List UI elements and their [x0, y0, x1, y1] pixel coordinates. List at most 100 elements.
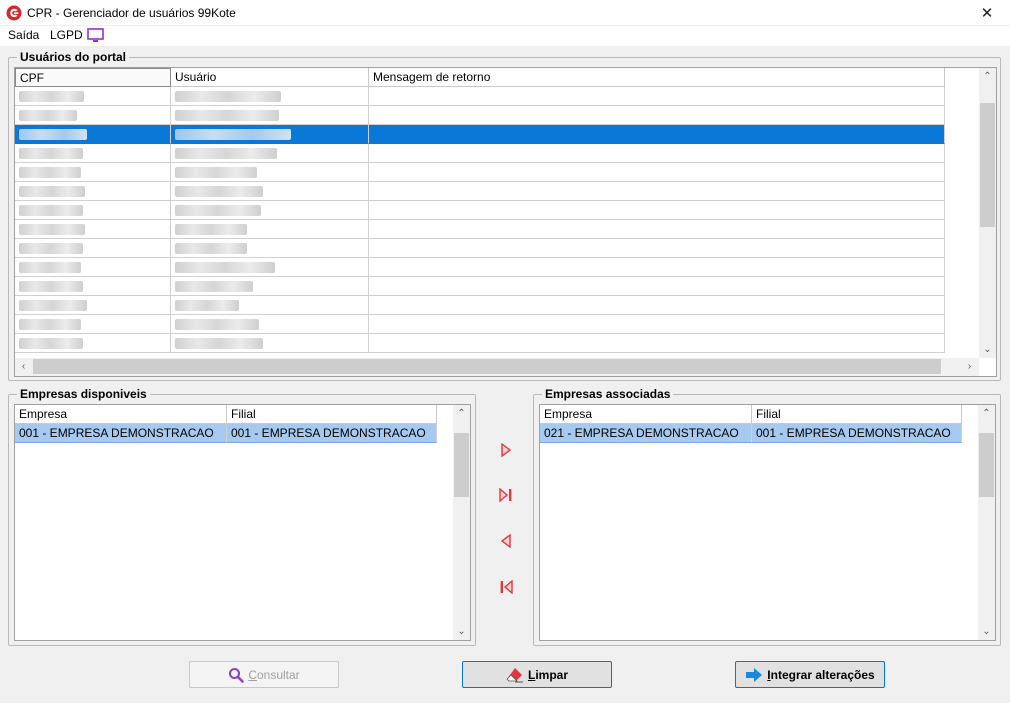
- cpf-cell[interactable]: [15, 239, 171, 258]
- mensagem-cell[interactable]: [369, 106, 945, 125]
- cpf-cell[interactable]: [15, 106, 171, 125]
- usuario-cell[interactable]: [171, 239, 369, 258]
- column-header-usuario[interactable]: Usuário: [171, 68, 369, 87]
- usuario-cell[interactable]: [171, 315, 369, 334]
- table-row[interactable]: [15, 334, 945, 353]
- move-all-right-button[interactable]: [496, 485, 516, 505]
- scroll-up-icon[interactable]: ⌃: [978, 405, 995, 422]
- usuario-cell[interactable]: [171, 144, 369, 163]
- table-row[interactable]: [15, 239, 945, 258]
- cpf-cell[interactable]: [15, 277, 171, 296]
- usuario-cell[interactable]: [171, 334, 369, 353]
- usuario-cell[interactable]: [171, 201, 369, 220]
- mensagem-cell[interactable]: [369, 239, 945, 258]
- usuario-cell[interactable]: [171, 125, 369, 144]
- cpf-cell[interactable]: [15, 334, 171, 353]
- usuario-cell[interactable]: [171, 277, 369, 296]
- cpf-cell[interactable]: [15, 87, 171, 106]
- column-header-empresa[interactable]: Empresa: [15, 405, 227, 424]
- users-horizontal-scrollbar[interactable]: ‹ ›: [15, 358, 979, 376]
- available-vertical-scrollbar[interactable]: ⌃ ⌄: [453, 405, 470, 640]
- mensagem-cell[interactable]: [369, 125, 945, 144]
- cpf-cell[interactable]: [15, 163, 171, 182]
- table-row[interactable]: 001 - EMPRESA DEMONSTRACAO 001 - EMPRESA…: [15, 424, 437, 443]
- cpf-cell[interactable]: [15, 125, 171, 144]
- cpf-cell[interactable]: [15, 296, 171, 315]
- usuario-cell[interactable]: [171, 182, 369, 201]
- table-row[interactable]: [15, 315, 945, 334]
- empresa-cell[interactable]: 021 - EMPRESA DEMONSTRACAO: [540, 424, 752, 443]
- integrar-alteracoes-button[interactable]: Integrar alterações: [735, 661, 885, 688]
- usuario-cell[interactable]: [171, 106, 369, 125]
- cpf-cell[interactable]: [15, 258, 171, 277]
- table-row[interactable]: [15, 201, 945, 220]
- table-row[interactable]: 021 - EMPRESA DEMONSTRACAO 001 - EMPRESA…: [540, 424, 962, 443]
- table-row[interactable]: [15, 277, 945, 296]
- associated-vertical-scrollbar[interactable]: ⌃ ⌄: [978, 405, 995, 640]
- mensagem-cell[interactable]: [369, 220, 945, 239]
- table-row[interactable]: [15, 182, 945, 201]
- usuario-cell[interactable]: [171, 87, 369, 106]
- mensagem-cell[interactable]: [369, 182, 945, 201]
- table-row[interactable]: [15, 296, 945, 315]
- scroll-up-icon[interactable]: ⌃: [979, 68, 996, 85]
- column-header-cpf[interactable]: CPF: [15, 68, 171, 87]
- table-row[interactable]: [15, 163, 945, 182]
- cpf-cell[interactable]: [15, 220, 171, 239]
- filial-cell[interactable]: 001 - EMPRESA DEMONSTRACAO: [227, 424, 437, 443]
- menu-item-saida[interactable]: Saída: [6, 28, 41, 42]
- scroll-thumb[interactable]: [33, 359, 941, 374]
- column-header-mensagem[interactable]: Mensagem de retorno: [369, 68, 945, 87]
- cpf-cell[interactable]: [15, 182, 171, 201]
- empresa-cell[interactable]: 001 - EMPRESA DEMONSTRACAO: [15, 424, 227, 443]
- table-row[interactable]: [15, 258, 945, 277]
- filial-cell[interactable]: 001 - EMPRESA DEMONSTRACAO: [752, 424, 962, 443]
- cpf-cell[interactable]: [15, 144, 171, 163]
- table-row[interactable]: [15, 106, 945, 125]
- obscured-text: [19, 148, 83, 159]
- users-vertical-scrollbar[interactable]: ⌃ ⌄: [979, 68, 996, 358]
- scroll-left-icon[interactable]: ‹: [15, 358, 32, 375]
- limpar-button[interactable]: Limpar: [462, 661, 612, 688]
- mensagem-cell[interactable]: [369, 201, 945, 220]
- close-button[interactable]: ✕: [964, 0, 1010, 26]
- obscured-text: [175, 110, 279, 121]
- scroll-down-icon[interactable]: ⌄: [978, 623, 995, 640]
- move-all-left-button[interactable]: [496, 577, 516, 597]
- scroll-up-icon[interactable]: ⌃: [453, 405, 470, 422]
- mensagem-cell[interactable]: [369, 163, 945, 182]
- usuario-cell[interactable]: [171, 163, 369, 182]
- usuario-cell[interactable]: [171, 258, 369, 277]
- column-header-filial[interactable]: Filial: [752, 405, 962, 424]
- cpf-cell[interactable]: [15, 201, 171, 220]
- consultar-button[interactable]: Consultar: [189, 661, 339, 688]
- scroll-thumb[interactable]: [454, 433, 469, 497]
- scroll-down-icon[interactable]: ⌄: [453, 623, 470, 640]
- mensagem-cell[interactable]: [369, 315, 945, 334]
- table-row[interactable]: [15, 220, 945, 239]
- usuario-cell[interactable]: [171, 220, 369, 239]
- scroll-down-icon[interactable]: ⌄: [979, 341, 996, 358]
- monitor-icon[interactable]: [87, 28, 104, 43]
- scroll-thumb[interactable]: [979, 433, 994, 497]
- mensagem-cell[interactable]: [369, 277, 945, 296]
- move-selected-right-button[interactable]: [496, 440, 516, 460]
- mensagem-cell[interactable]: [369, 334, 945, 353]
- mensagem-cell[interactable]: [369, 144, 945, 163]
- scroll-thumb[interactable]: [980, 103, 995, 227]
- scroll-right-icon[interactable]: ›: [961, 358, 978, 375]
- mensagem-cell[interactable]: [369, 87, 945, 106]
- table-row[interactable]: [15, 125, 945, 144]
- column-header-filial[interactable]: Filial: [227, 405, 437, 424]
- menu-bar: Saída LGPD: [0, 26, 1010, 46]
- move-selected-left-button[interactable]: [496, 531, 516, 551]
- table-row[interactable]: [15, 144, 945, 163]
- column-header-empresa[interactable]: Empresa: [540, 405, 752, 424]
- cpf-cell[interactable]: [15, 315, 171, 334]
- table-row[interactable]: [15, 87, 945, 106]
- usuario-cell[interactable]: [171, 296, 369, 315]
- obscured-text: [175, 224, 247, 235]
- mensagem-cell[interactable]: [369, 258, 945, 277]
- mensagem-cell[interactable]: [369, 296, 945, 315]
- menu-item-lgpd[interactable]: LGPD: [48, 28, 85, 42]
